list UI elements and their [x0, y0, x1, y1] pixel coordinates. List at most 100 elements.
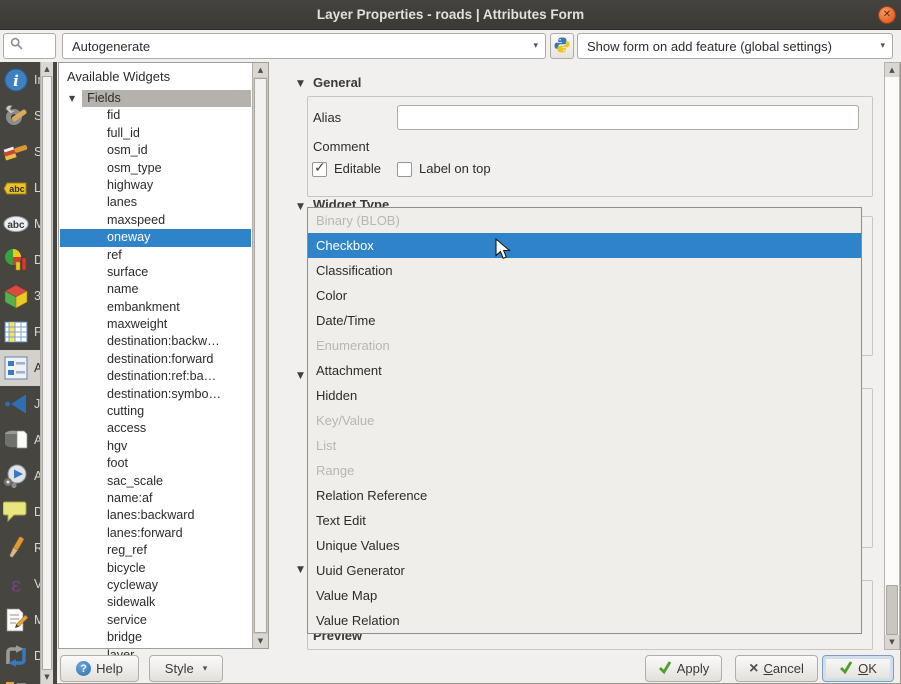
field-item-oneway[interactable]: oneway: [60, 229, 251, 246]
tree-group-fields[interactable]: ▼ Fields: [60, 90, 251, 107]
collapse-icon[interactable]: ▼: [60, 90, 75, 107]
widget-type-dropdown[interactable]: Binary (BLOB)CheckboxClassificationColor…: [307, 207, 862, 634]
dropdown-option-checkbox[interactable]: Checkbox: [308, 233, 861, 258]
sidebar-item-information[interactable]: iInformation: [0, 62, 40, 98]
scrollbar-thumb[interactable]: [886, 585, 898, 635]
field-item-cycleway[interactable]: cycleway: [60, 577, 251, 594]
field-item-sac-scale[interactable]: sac_scale: [60, 473, 251, 490]
show-form-select[interactable]: Show form on add feature (global setting…: [577, 33, 893, 59]
sidebar-scrollbar[interactable]: ▲ ▼: [40, 62, 53, 684]
scroll-down-icon[interactable]: ▼: [41, 670, 53, 684]
dropdown-option-text-edit[interactable]: Text Edit: [308, 508, 861, 533]
sidebar-item-rendering[interactable]: Rendering: [0, 530, 40, 566]
sidebar-item-dependencies[interactable]: Dependencies: [0, 638, 40, 674]
field-item-bicycle[interactable]: bicycle: [60, 560, 251, 577]
field-list-scrollbar[interactable]: ▲ ▼: [252, 63, 268, 648]
tree-group-label: Fields: [82, 90, 251, 107]
sidebar-item-display[interactable]: Display: [0, 494, 40, 530]
field-item-highway[interactable]: highway: [60, 177, 251, 194]
section-collapse-icon[interactable]: ▼: [297, 202, 304, 212]
field-item-osm-type[interactable]: osm_type: [60, 160, 251, 177]
field-item-name-af[interactable]: name:af: [60, 490, 251, 507]
field-item-osm-id[interactable]: osm_id: [60, 142, 251, 159]
scrollbar-thumb[interactable]: [42, 76, 52, 670]
sidebar-item-legend[interactable]: Legend: [0, 674, 40, 684]
field-item-bridge[interactable]: bridge: [60, 629, 251, 646]
label-on-top-checkbox[interactable]: [397, 162, 412, 177]
sidebar-item-variables[interactable]: εVariables: [0, 566, 40, 602]
style-button[interactable]: Style ▾: [149, 655, 223, 682]
section-collapse-icon[interactable]: ▼: [297, 371, 304, 381]
scroll-up-icon[interactable]: ▲: [253, 63, 268, 77]
dropdown-option-color[interactable]: Color: [308, 283, 861, 308]
sidebar-item-actions[interactable]: Actions: [0, 458, 40, 494]
field-item-ref[interactable]: ref: [60, 247, 251, 264]
sidebar-item-symbology[interactable]: Symbology: [0, 134, 40, 170]
help-button[interactable]: ? Help: [60, 655, 139, 682]
dropdown-option-hidden[interactable]: Hidden: [308, 383, 861, 408]
sidebar-item-masks[interactable]: abcMasks: [0, 206, 40, 242]
scrollbar-thumb[interactable]: [254, 78, 267, 633]
python-init-button[interactable]: [550, 33, 574, 59]
sidebar-item-source[interactable]: Source: [0, 98, 40, 134]
dropdown-option-date-time[interactable]: Date/Time: [308, 308, 861, 333]
autogenerate-select[interactable]: Autogenerate ▾: [62, 33, 546, 59]
dropdown-option-attachment[interactable]: Attachment: [308, 358, 861, 383]
sidebar-item-joins[interactable]: Joins: [0, 386, 40, 422]
dropdown-option-value-map[interactable]: Value Map: [308, 583, 861, 608]
dropdown-option-list: List: [308, 433, 861, 458]
field-item-maxweight[interactable]: maxweight: [60, 316, 251, 333]
dropdown-option-relation-reference[interactable]: Relation Reference: [308, 483, 861, 508]
sidebar-item-diagrams[interactable]: Diagrams: [0, 242, 40, 278]
field-item-embankment[interactable]: embankment: [60, 299, 251, 316]
general-section-header[interactable]: General: [313, 75, 361, 90]
field-item-service[interactable]: service: [60, 612, 251, 629]
field-item-lanes[interactable]: lanes: [60, 194, 251, 211]
sidebar-item-fields[interactable]: Fields: [0, 314, 40, 350]
field-item-name[interactable]: name: [60, 281, 251, 298]
dropdown-option-value-relation[interactable]: Value Relation: [308, 608, 861, 633]
alias-input[interactable]: [397, 105, 859, 130]
field-item-foot[interactable]: foot: [60, 455, 251, 472]
field-item-sidewalk[interactable]: sidewalk: [60, 594, 251, 611]
cancel-button[interactable]: × Cancel: [735, 655, 818, 682]
dropdown-option-unique-values[interactable]: Unique Values: [308, 533, 861, 558]
field-item-fid[interactable]: fid: [60, 107, 251, 124]
scroll-up-icon[interactable]: ▲: [885, 63, 899, 77]
sidebar-item-3d-view[interactable]: 3D View: [0, 278, 40, 314]
titlebar[interactable]: Layer Properties - roads | Attributes Fo…: [0, 0, 901, 30]
search-input[interactable]: [3, 33, 56, 59]
close-button[interactable]: ✕: [878, 6, 896, 24]
field-item-access[interactable]: access: [60, 420, 251, 437]
form-panel-scrollbar[interactable]: ▲ ▼: [884, 62, 900, 650]
field-item-destination-ref-ba[interactable]: destination:ref:ba…: [60, 368, 251, 385]
field-item-destination-backw[interactable]: destination:backw…: [60, 333, 251, 350]
section-collapse-icon[interactable]: ▼: [297, 565, 304, 575]
legend-icon: [3, 679, 29, 684]
field-item-lanes-forward[interactable]: lanes:forward: [60, 525, 251, 542]
chevron-down-icon: ▾: [880, 41, 885, 51]
ok-button[interactable]: OK: [822, 655, 894, 682]
field-item-hgv[interactable]: hgv: [60, 438, 251, 455]
sidebar-item-labels[interactable]: abcLabels: [0, 170, 40, 206]
field-item-destination-symbo[interactable]: destination:symbo…: [60, 386, 251, 403]
section-collapse-icon[interactable]: ▼: [297, 79, 304, 89]
apply-button[interactable]: Apply: [645, 655, 722, 682]
field-item-destination-forward[interactable]: destination:forward: [60, 351, 251, 368]
field-item-cutting[interactable]: cutting: [60, 403, 251, 420]
show-form-value: Show form on add feature (global setting…: [587, 39, 832, 54]
scroll-down-icon[interactable]: ▼: [885, 635, 899, 649]
field-item-reg-ref[interactable]: reg_ref: [60, 542, 251, 559]
sidebar-item-attributes-form[interactable]: Attributes Form: [0, 350, 40, 386]
scroll-down-icon[interactable]: ▼: [253, 634, 268, 648]
sidebar-item-auxiliary-storage[interactable]: Auxiliary Storage: [0, 422, 40, 458]
dropdown-option-uuid-generator[interactable]: Uuid Generator: [308, 558, 861, 583]
sidebar-item-metadata[interactable]: Metadata: [0, 602, 40, 638]
dropdown-option-classification[interactable]: Classification: [308, 258, 861, 283]
field-item-surface[interactable]: surface: [60, 264, 251, 281]
field-item-maxspeed[interactable]: maxspeed: [60, 212, 251, 229]
field-item-lanes-backward[interactable]: lanes:backward: [60, 507, 251, 524]
scroll-up-icon[interactable]: ▲: [41, 62, 53, 76]
field-item-full-id[interactable]: full_id: [60, 125, 251, 142]
editable-checkbox[interactable]: [312, 162, 327, 177]
